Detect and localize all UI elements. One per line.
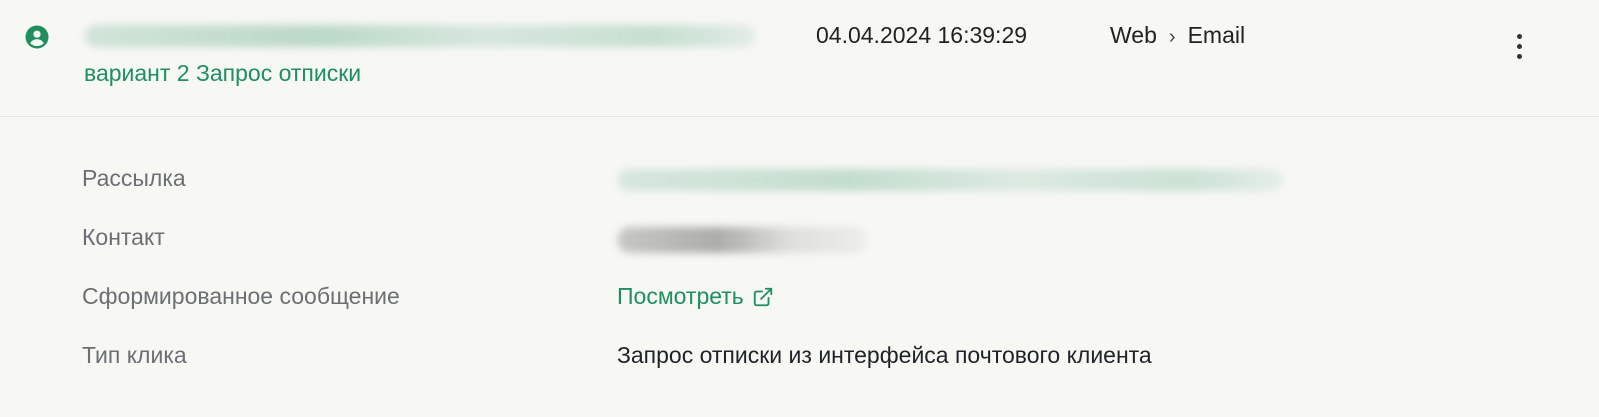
view-message-link[interactable]: Посмотреть xyxy=(617,283,774,310)
more-vertical-icon-dot xyxy=(1517,44,1522,49)
external-link-icon xyxy=(753,287,772,306)
detail-label: Сформированное сообщение xyxy=(82,283,400,309)
view-message-label: Посмотреть xyxy=(617,283,744,309)
detail-row-message: Сформированное сообщение Посмотреть xyxy=(0,283,1599,323)
detail-row-click-type: Тип клика Запрос отписки из интерфейса п… xyxy=(0,342,1599,382)
more-vertical-icon-dot xyxy=(1517,34,1522,39)
user-circle-icon xyxy=(25,25,49,49)
detail-row-mailing: Рассылка xyxy=(0,165,1599,205)
detail-label: Контакт xyxy=(82,224,165,250)
campaign-name-redacted xyxy=(85,25,755,47)
mailing-value-redacted[interactable] xyxy=(618,169,1283,191)
chevron-right-icon: › xyxy=(1168,26,1176,48)
variant-link[interactable]: вариант 2 Запрос отписки xyxy=(84,60,361,87)
event-card: вариант 2 Запрос отписки 04.04.2024 16:3… xyxy=(0,0,1599,417)
channel-target: Email xyxy=(1187,22,1246,48)
click-type-value: Запрос отписки из интерфейса почтового к… xyxy=(617,342,1152,368)
channel-source: Web xyxy=(1110,22,1157,48)
contact-value-redacted xyxy=(618,227,866,253)
event-timestamp: 04.04.2024 16:39:29 xyxy=(816,22,1028,48)
event-header: вариант 2 Запрос отписки 04.04.2024 16:3… xyxy=(0,0,1599,117)
more-options-button[interactable] xyxy=(1505,30,1533,64)
channel-path: Web › Email xyxy=(1110,22,1245,49)
detail-row-contact: Контакт xyxy=(0,224,1599,264)
detail-label: Рассылка xyxy=(82,165,186,191)
detail-label: Тип клика xyxy=(82,342,187,368)
more-vertical-icon-dot xyxy=(1517,54,1522,59)
